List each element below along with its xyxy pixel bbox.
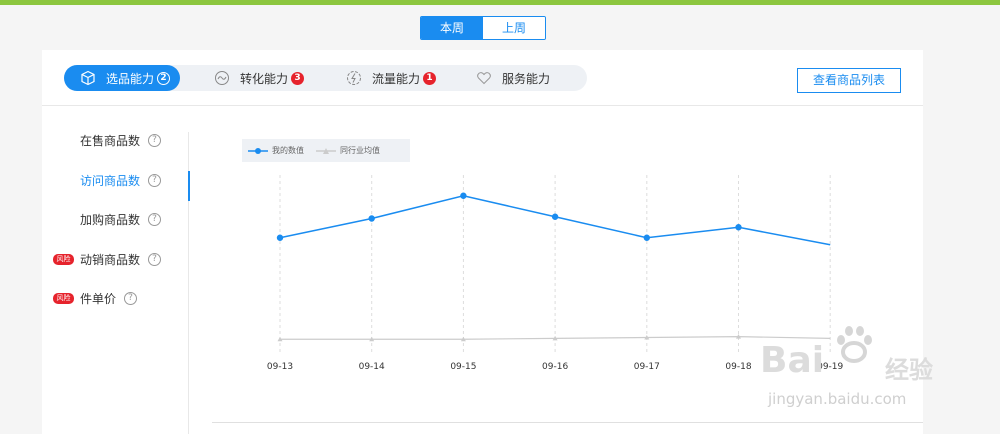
x-tick-label: 09-16 (542, 362, 568, 372)
x-tick-label: 09-13 (267, 362, 293, 372)
this-week-button[interactable]: 本周 (421, 17, 483, 39)
chart-bottom-divider (212, 422, 923, 423)
x-tick-label: 09-14 (359, 362, 385, 372)
week-toggle: 本周 上周 (420, 16, 546, 40)
data-point-mine (460, 192, 467, 199)
x-tick-label: 09-18 (725, 362, 751, 372)
data-point-mine (551, 213, 559, 220)
trend-chart: 09-13 09-14 09-15 09-16 09-17 09-18 09-19 (267, 175, 844, 372)
x-tick-label: 09-15 (450, 362, 476, 372)
data-point-mine (368, 215, 375, 222)
x-tick-label: 09-19 (817, 362, 843, 372)
ability-panel: 选品能力 2 转化能力 3 流量能力 1 服务能力 查看商品列表 在售商品数 ?… (42, 50, 923, 434)
top-accent-strip (0, 0, 1000, 5)
last-week-button[interactable]: 上周 (483, 17, 545, 39)
data-point-mine (276, 234, 284, 241)
data-point-mine (735, 224, 742, 231)
x-tick-label: 09-17 (634, 362, 660, 372)
data-point-mine (643, 234, 650, 241)
